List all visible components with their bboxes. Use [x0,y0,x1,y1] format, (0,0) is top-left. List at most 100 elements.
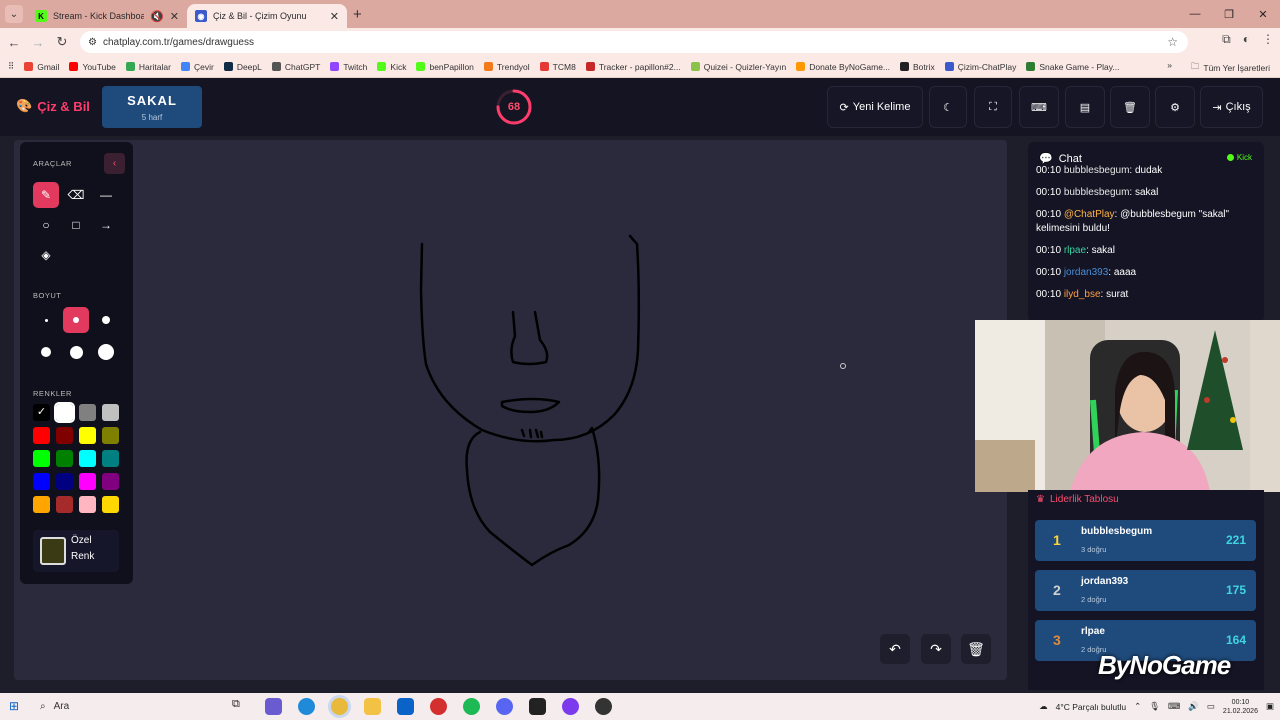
menu-icon[interactable]: ⋮ [1262,32,1274,47]
drawing-canvas[interactable] [14,140,1007,680]
close-window-button[interactable]: ✕ [1246,0,1280,28]
bookmark-item[interactable]: TCM8 [539,62,576,72]
weather-text[interactable]: 4°C Parçalı bulutlu [1056,702,1127,712]
clear-canvas-button[interactable]: 🗑 [961,634,991,664]
new-word-button[interactable]: ⟳ Yeni Kelime [827,86,923,128]
size-option[interactable] [93,339,119,365]
tab-drawguess[interactable]: ◉ Çiz & Bil - Çizim Oyunu ✕ [187,4,347,28]
url-field[interactable]: ⚙ chatplay.com.tr/games/drawguess ☆ [80,31,1188,53]
maximize-button[interactable]: ❐ [1212,0,1246,28]
size-option[interactable] [33,339,59,365]
bookmark-item[interactable]: Trendyol [483,62,530,72]
eraser-tool[interactable]: ⌫ [63,182,89,208]
color-swatch[interactable] [102,427,119,444]
color-swatch[interactable] [102,450,119,467]
bookmark-item[interactable]: Tracker - papillon#2... [585,62,681,72]
color-swatch[interactable] [56,450,73,467]
apps-icon[interactable]: ⠿ [8,61,14,72]
bookmark-item[interactable]: Donate ByNoGame... [796,62,890,72]
forward-icon[interactable]: → [26,35,50,50]
taskbar-search[interactable]: ⌕ Ara [32,696,222,717]
color-swatch[interactable] [79,473,96,490]
line-tool[interactable]: — [93,182,119,208]
message-user[interactable]: bubblesbegum [1064,187,1130,198]
message-user[interactable]: bubblesbegum [1064,165,1130,176]
reload-icon[interactable]: ↻ [50,34,74,50]
chrome-icon[interactable] [331,698,348,715]
size-option[interactable] [63,339,89,365]
tab-kick-dashboard[interactable]: K Stream - Kick Dashboard 🔇 ✕ [27,4,187,28]
rectangle-tool[interactable]: □ [63,212,89,238]
message-user[interactable]: rlpae [1064,245,1086,256]
color-swatch[interactable] [33,496,50,513]
size-option[interactable] [33,307,59,333]
color-swatch[interactable] [56,427,73,444]
keyboard-button[interactable]: ⌨ [1019,86,1059,128]
bookmark-item[interactable]: Botrix [900,62,935,72]
exit-button[interactable]: ⇥ Çıkış [1200,86,1263,128]
color-swatch[interactable] [102,404,119,421]
bookmark-item[interactable]: Twitch [330,62,367,72]
clock[interactable]: 00:10 21.02.2026 [1223,698,1258,716]
color-swatch[interactable] [79,450,96,467]
profile-icon[interactable]: ◐ [1243,32,1250,47]
site-info-icon[interactable]: ⚙ [88,37,97,48]
color-swatch[interactable] [54,402,75,423]
theme-toggle-button[interactable]: ☾ [929,86,967,128]
bookmark-item[interactable]: benPapillon [416,62,474,72]
app-logo[interactable]: 🎨 Çiz & Bil [16,98,90,114]
bookmark-item[interactable]: Çizim-ChatPlay [944,62,1016,72]
arrow-tool[interactable]: → [93,212,119,238]
file-explorer-icon[interactable] [364,698,381,715]
size-option-selected[interactable] [63,307,89,333]
fill-tool[interactable]: ◈ [33,242,59,268]
bookmark-item[interactable]: YouTube [69,62,116,72]
fullscreen-button[interactable]: ⛶ [974,86,1012,128]
mail-icon[interactable] [397,698,414,715]
all-bookmarks-folder[interactable]: 🗀 Tüm Yer İşaretleri [1191,61,1270,75]
color-swatch[interactable] [79,496,96,513]
message-user[interactable]: @ChatPlay [1064,209,1115,220]
bookmark-item[interactable]: Snake Game - Play... [1026,62,1119,72]
bookmark-item[interactable]: ChatGPT [271,62,320,72]
brush-tool[interactable]: ✎ [33,182,59,208]
spotify-icon[interactable] [463,698,480,715]
bookmark-item[interactable]: DeepL [223,62,262,72]
settings-button[interactable]: ⚙ [1155,86,1195,128]
color-swatch[interactable] [33,427,50,444]
redo-button[interactable]: ↷ [921,634,951,664]
notifications-icon[interactable]: ▣ [1266,701,1274,712]
color-swatch[interactable] [79,404,96,421]
bookmark-star-icon[interactable]: ☆ [1167,35,1178,49]
bookmark-item[interactable]: Gmail [24,62,59,72]
capcut-icon[interactable] [529,698,546,715]
discord-icon[interactable] [496,698,513,715]
color-swatch[interactable] [79,427,96,444]
message-user[interactable]: jordan393 [1064,267,1108,278]
obs-icon[interactable] [595,698,612,715]
color-swatch[interactable] [56,496,73,513]
mute-icon[interactable]: 🔇 [150,10,164,23]
custom-color-button[interactable]: Özel Renk [33,530,119,572]
bookmark-item[interactable]: Quizei - Quizler-Yayın [690,62,786,72]
battery-icon[interactable]: ▭ [1207,701,1215,712]
bookmark-item[interactable]: Çevir [180,62,214,72]
mic-icon[interactable]: 🎙 [1149,701,1160,712]
message-user[interactable]: ilyd_bse [1064,289,1101,300]
color-swatch[interactable] [33,450,50,467]
tab-search-button[interactable]: ⌄ [5,5,23,23]
color-swatch[interactable] [102,496,119,513]
task-view-icon[interactable]: ⧉ [232,698,249,715]
close-tab-icon[interactable]: ✕ [170,10,179,23]
size-option[interactable] [93,307,119,333]
more-bookmarks-icon[interactable]: » [1167,60,1172,70]
copilot-icon[interactable] [265,698,282,715]
bookmark-item[interactable]: Haritalar [125,62,171,72]
network-icon[interactable]: ⌨ [1168,701,1180,712]
minimize-button[interactable]: — [1178,0,1212,28]
collapse-panel-button[interactable]: ‹ [104,153,125,174]
opera-icon[interactable] [430,698,447,715]
edge-icon[interactable] [298,698,315,715]
undo-button[interactable]: ↶ [880,634,910,664]
volume-icon[interactable]: 🔊 [1188,701,1199,712]
